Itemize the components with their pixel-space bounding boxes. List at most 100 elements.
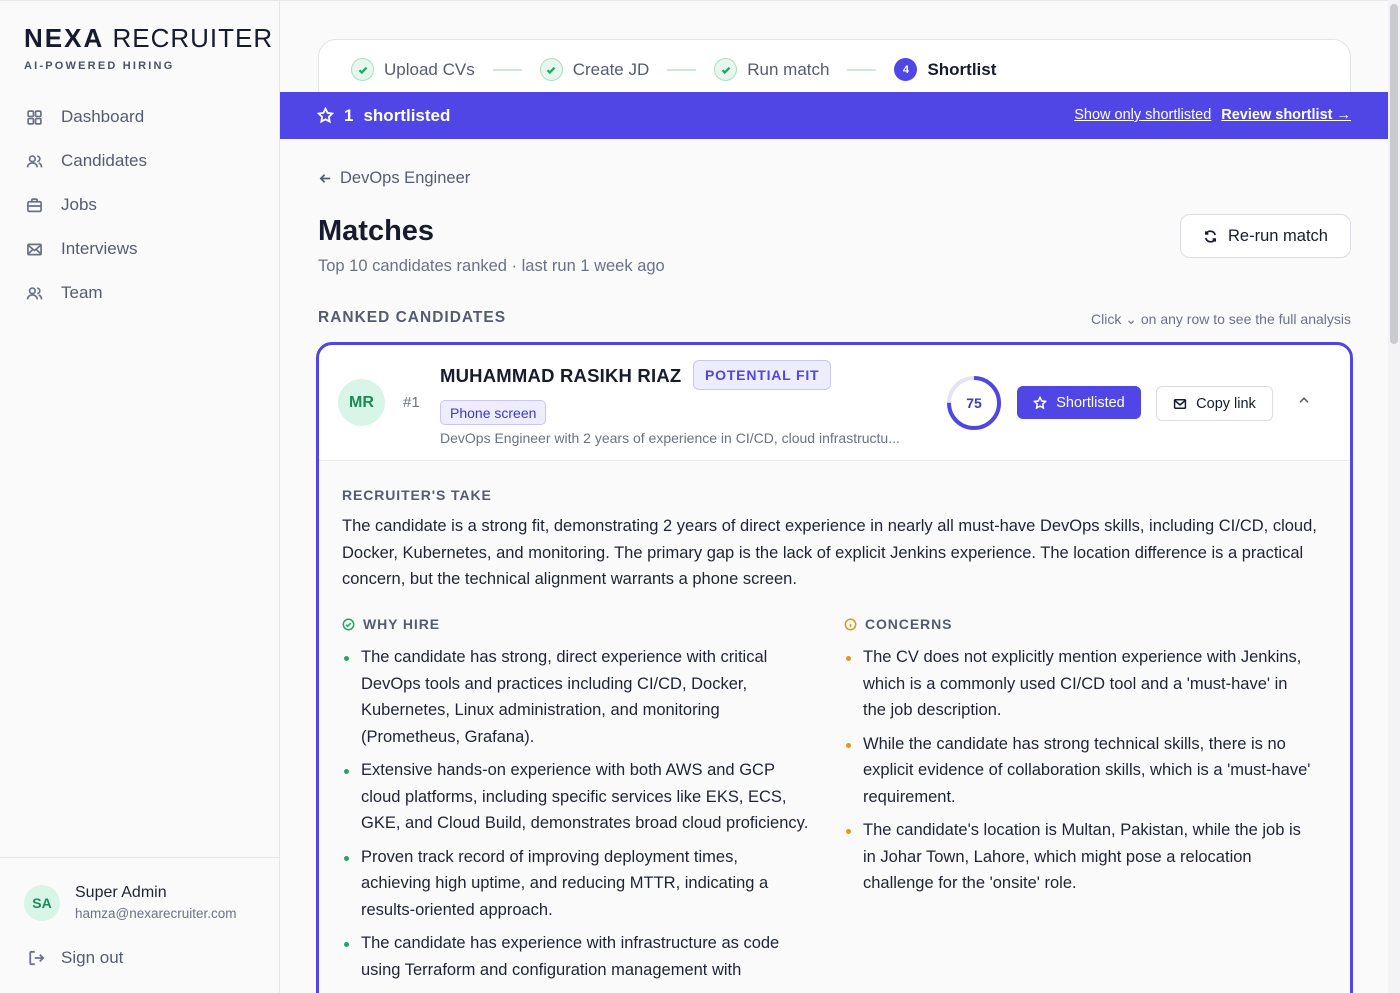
refresh-icon xyxy=(1204,229,1217,243)
sidebar-item-candidates[interactable]: Candidates xyxy=(24,139,256,183)
main-content: Upload CVs Create JD Run match 4 Shortli… xyxy=(280,0,1388,993)
chevron-up-icon xyxy=(1299,397,1309,403)
sign-out-icon xyxy=(29,950,45,966)
step-create-jd[interactable]: Create JD xyxy=(539,58,650,81)
sidebar-item-label: Dashboard xyxy=(61,107,145,126)
candidate-analysis: RECRUITER'S TAKE The candidate is a stro… xyxy=(319,462,1350,993)
check-icon xyxy=(351,58,374,81)
mail-icon xyxy=(1174,398,1187,409)
shortlist-banner: 1 shortlisted Show only shortlisted Revi… xyxy=(280,92,1388,139)
why-hire-label: WHY HIRE xyxy=(363,616,440,632)
step-label: Create JD xyxy=(572,59,650,79)
star-icon xyxy=(317,107,334,124)
shortlisted-label: Shortlisted xyxy=(1056,394,1125,411)
sidebar-footer: SA Super Admin hamza@nexarecruiter.com S… xyxy=(0,857,280,967)
sidebar-item-label: Interviews xyxy=(61,239,138,258)
back-link[interactable]: DevOps Engineer xyxy=(318,169,470,188)
brand-tagline: AI-POWERED HIRING xyxy=(24,60,175,72)
page-title: Matches xyxy=(318,215,435,247)
candidate-rank: #1 xyxy=(403,394,420,411)
sign-out-button[interactable]: Sign out xyxy=(28,948,123,968)
section-label-ranked-candidates: RANKED CANDIDATES xyxy=(318,309,507,326)
re-run-match-label: Re-run match xyxy=(1228,226,1328,245)
shortlisted-button[interactable]: Shortlisted xyxy=(1017,386,1141,419)
show-only-shortlisted-link[interactable]: Show only shortlisted xyxy=(1074,107,1211,123)
back-link-label: DevOps Engineer xyxy=(340,169,471,187)
info-circle-icon xyxy=(844,618,857,630)
concerns-label: CONCERNS xyxy=(865,616,953,632)
step-connector xyxy=(847,68,877,71)
grid-icon xyxy=(24,107,44,127)
re-run-match-button[interactable]: Re-run match xyxy=(1180,214,1351,258)
step-label: Upload CVs xyxy=(384,59,475,79)
sidebar-item-label: Jobs xyxy=(61,195,97,214)
copy-link-button[interactable]: Copy link xyxy=(1156,386,1273,421)
step-run-match[interactable]: Run match xyxy=(714,58,829,81)
sidebar-item-label: Candidates xyxy=(61,151,148,170)
sign-out-label: Sign out xyxy=(61,948,124,967)
stepper-steps: Upload CVs Create JD Run match 4 Shortli… xyxy=(351,58,996,81)
step-shortlist[interactable]: 4 Shortlist xyxy=(894,58,996,81)
sidebar-item-interviews[interactable]: Interviews xyxy=(24,227,256,271)
scrollbar-thumb[interactable] xyxy=(1390,4,1398,344)
list-item: Extensive hands-on experience with both … xyxy=(342,757,812,837)
check-circle-icon xyxy=(342,618,355,630)
team-icon xyxy=(24,283,44,303)
scrollbar[interactable] xyxy=(1388,0,1400,993)
list-item: The candidate has experience with infras… xyxy=(342,930,812,983)
step-upload-cvs[interactable]: Upload CVs xyxy=(351,58,475,81)
concerns-list: The CV does not explicitly mention exper… xyxy=(844,644,1314,897)
why-hire-list: The candidate has strong, direct experie… xyxy=(342,644,812,983)
concerns-heading: CONCERNS xyxy=(844,616,1314,632)
users-icon xyxy=(24,151,44,171)
stage-badge: Phone screen xyxy=(440,400,547,425)
banner-links: Show only shortlisted Review shortlist → xyxy=(1064,107,1351,123)
sidebar-nav: Dashboard Candidates Jobs Interviews Tea… xyxy=(24,95,256,315)
list-item: While the candidate has strong technical… xyxy=(844,731,1314,811)
page-subtitle: Top 10 candidates ranked · last run 1 we… xyxy=(318,257,665,275)
shortlist-count: 1 xyxy=(344,105,354,125)
sidebar: NEXA RECRUITER AI-POWERED HIRING Dashboa… xyxy=(0,0,280,993)
copy-link-label: Copy link xyxy=(1196,395,1256,412)
list-item: Proven track record of improving deploym… xyxy=(342,844,812,924)
candidate-summary: DevOps Engineer with 2 years of experien… xyxy=(440,430,900,446)
expand-hint: Click ⌄ on any row to see the full analy… xyxy=(1091,311,1351,327)
mail-icon xyxy=(24,239,44,259)
arrow-left-icon xyxy=(319,174,331,183)
check-icon xyxy=(714,58,738,81)
candidate-name: MUHAMMAD RASIKH RIAZ xyxy=(440,365,682,386)
list-item: The candidate has strong, direct experie… xyxy=(342,644,812,750)
check-icon xyxy=(539,58,563,81)
sidebar-item-dashboard[interactable]: Dashboard xyxy=(24,95,256,139)
collapse-button[interactable] xyxy=(1297,393,1315,411)
step-label: Shortlist xyxy=(927,59,997,79)
step-connector xyxy=(667,68,697,71)
user-name: Super Admin xyxy=(75,884,167,901)
step-number: 4 xyxy=(894,58,918,81)
list-item: The candidate's location is Multan, Paki… xyxy=(844,817,1314,897)
sidebar-item-label: Team xyxy=(61,283,103,302)
why-hire-section: WHY HIRE The candidate has strong, direc… xyxy=(342,616,812,990)
sidebar-item-jobs[interactable]: Jobs xyxy=(24,183,256,227)
brand-logo[interactable]: NEXA RECRUITER AI-POWERED HIRING xyxy=(24,23,273,72)
user-info: Super Admin hamza@nexarecruiter.com xyxy=(75,884,237,921)
star-icon xyxy=(1033,395,1048,409)
shortlist-count-label: shortlisted xyxy=(363,105,451,125)
step-connector xyxy=(492,68,522,71)
candidate-row[interactable]: MR #1 MUHAMMAD RASIKH RIAZ POTENTIAL FIT… xyxy=(319,345,1350,461)
avatar: SA xyxy=(24,884,60,921)
why-hire-heading: WHY HIRE xyxy=(342,616,812,632)
user-profile[interactable]: SA Super Admin hamza@nexarecruiter.com xyxy=(24,884,237,921)
brand-name: NEXA RECRUITER xyxy=(24,23,273,54)
review-shortlist-link[interactable]: Review shortlist → xyxy=(1221,107,1351,123)
step-label: Run match xyxy=(747,59,830,79)
list-item: The CV does not explicitly mention exper… xyxy=(844,644,1314,724)
candidate-card: MR #1 MUHAMMAD RASIKH RIAZ POTENTIAL FIT… xyxy=(316,342,1353,993)
concerns-section: CONCERNS The CV does not explicitly ment… xyxy=(844,616,1314,904)
recruiters-take-text: The candidate is a strong fit, demonstra… xyxy=(342,517,1317,588)
fit-badge: POTENTIAL FIT xyxy=(693,360,832,390)
match-score: 75 xyxy=(966,395,982,411)
sidebar-item-team[interactable]: Team xyxy=(24,271,256,315)
recruiters-take-label: RECRUITER'S TAKE xyxy=(342,487,492,503)
brand-name-bold: NEXA xyxy=(24,23,105,53)
